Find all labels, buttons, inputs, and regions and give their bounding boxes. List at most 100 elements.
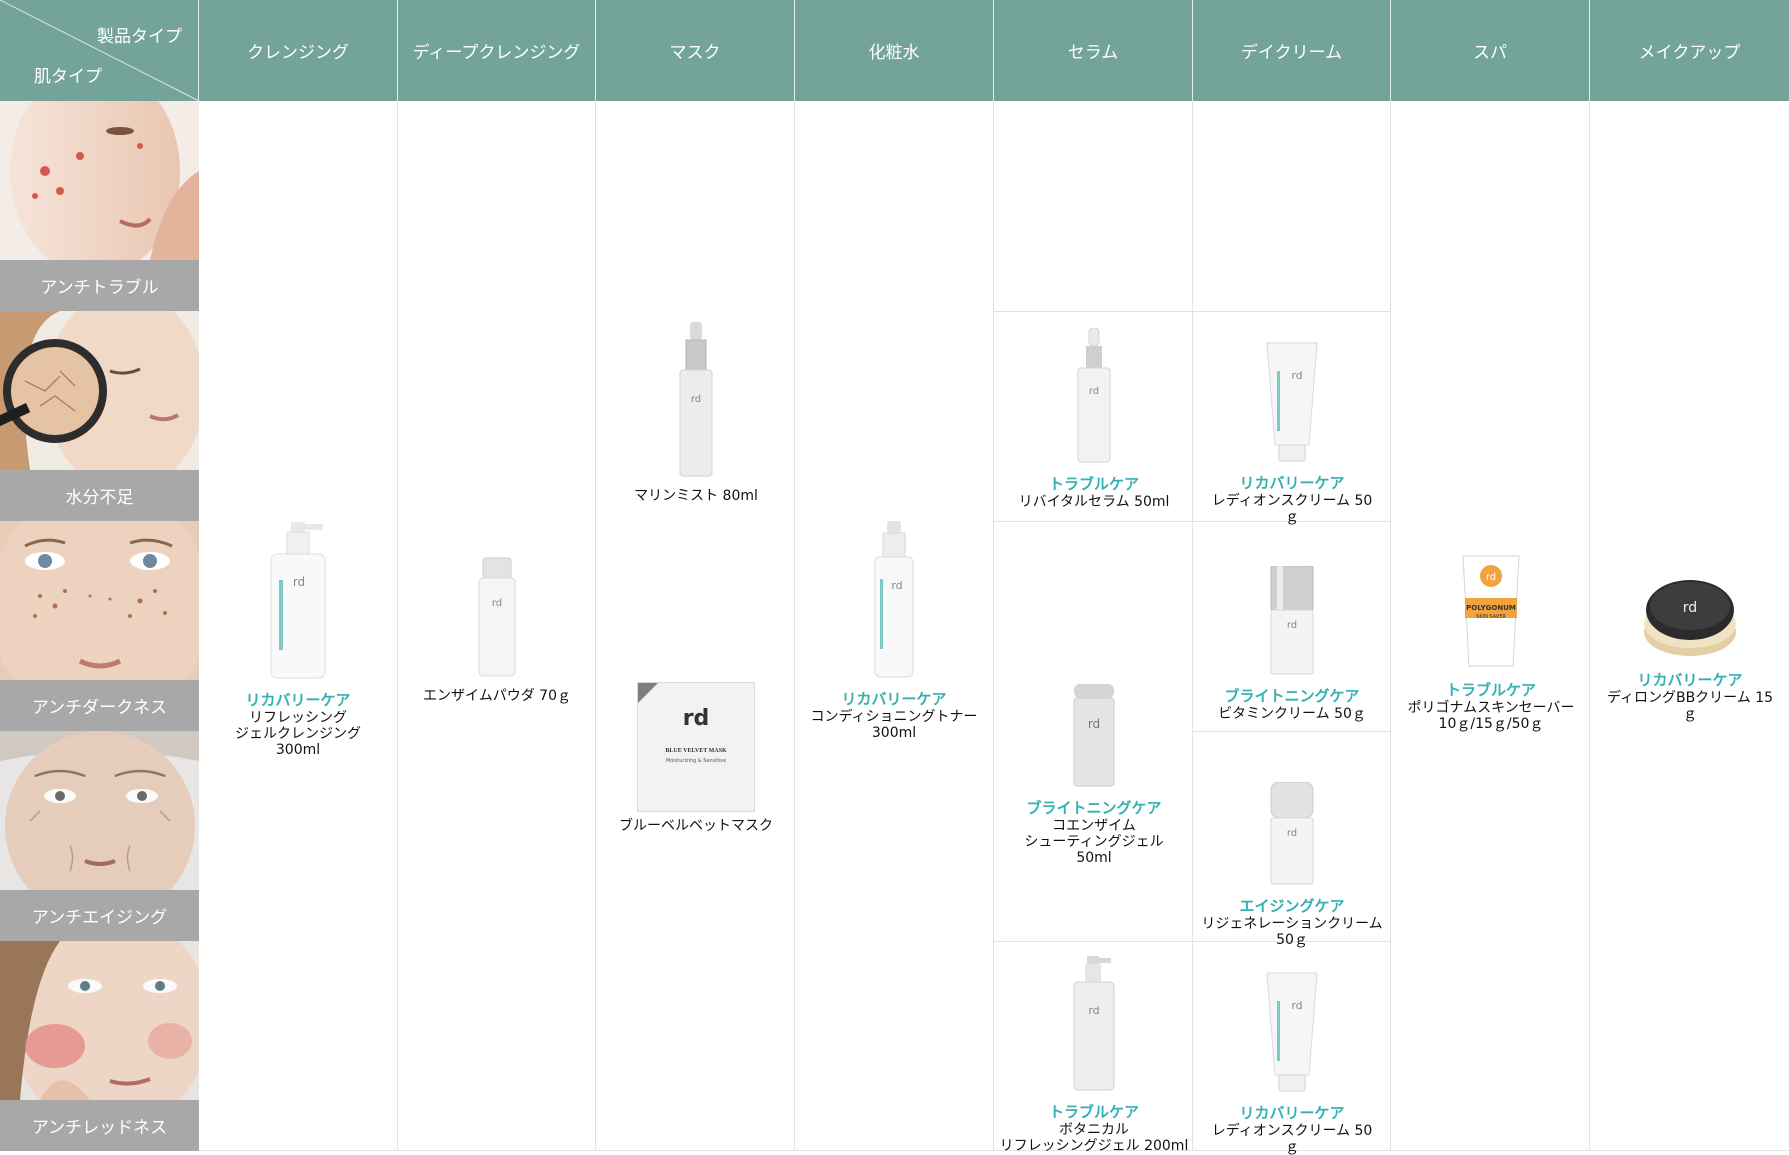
grid-line	[994, 311, 1391, 312]
product-conditioning-toner[interactable]: rd リカバリーケア コンディショニングトナー 300ml	[810, 521, 978, 741]
product-name: レディオンスクリーム 50ｇ	[1211, 493, 1373, 525]
product-radions-cream[interactable]: rd リカバリーケア レディオンスクリーム 50ｇ	[1208, 341, 1376, 525]
toner-bottle-image: rd	[810, 521, 978, 683]
compact-image: rd	[1602, 574, 1778, 664]
product-category: トラブルケア	[1445, 681, 1536, 699]
product-marine-mist[interactable]: rd マリンミスト 80ml	[612, 322, 780, 504]
svg-text:rd: rd	[1486, 572, 1496, 583]
product-name: エンザイムパウダ 70ｇ	[423, 688, 571, 704]
svg-text:rd: rd	[891, 579, 902, 592]
column-header-deep-cleansing: ディープクレンジング	[398, 0, 596, 101]
skin-type-label-dehydrated: 水分不足	[0, 470, 199, 521]
skin-type-label-anti-aging: アンチエイジング	[0, 890, 199, 941]
column-header-makeup: メイクアップ	[1590, 0, 1789, 101]
product-category: リカバリーケア	[841, 690, 947, 708]
skin-type-label-anti-trouble: アンチトラブル	[0, 260, 199, 311]
product-name: ブルーベルベットマスク	[619, 818, 773, 834]
product-revital-serum[interactable]: rd トラブルケア リバイタルセラム 50ml	[1010, 327, 1178, 510]
product-blue-velvet-mask[interactable]: rd BLUE VELVET MASK Moisturizing & Sensi…	[612, 682, 780, 834]
spa-package-subtitle: SKIN SAVER	[1476, 614, 1506, 620]
skin-row-anti-darkness: アンチダークネス	[0, 521, 199, 731]
skin-row-anti-aging: アンチエイジング	[0, 731, 199, 941]
tube-image: rd	[1208, 971, 1376, 1097]
airless-bottle-image: rd	[1010, 684, 1178, 792]
face-photo-dry-skin	[0, 311, 199, 470]
skin-row-anti-redness: アンチレッドネス	[0, 941, 199, 1151]
sheet-corner-tag	[638, 683, 658, 703]
grid-line	[397, 101, 398, 1151]
column-header-serum: セラム	[994, 0, 1193, 101]
product-category: ブライトニングケア	[1224, 687, 1360, 705]
corner-header: 製品タイプ 肌タイプ	[0, 0, 199, 101]
product-bb-cream[interactable]: rd リカバリーケア ディロングBBクリーム 15ｇ	[1602, 574, 1778, 722]
product-name: リジェネレーションクリーム 50ｇ	[1201, 916, 1383, 948]
pump-bottle-image: rd	[998, 956, 1190, 1096]
skin-type-label-anti-redness: アンチレッドネス	[0, 1100, 199, 1151]
product-type-label: 製品タイプ	[97, 27, 182, 47]
product-name: レディオンスクリーム 50ｇ	[1211, 1123, 1373, 1155]
mist-bottle-image: rd	[612, 322, 780, 482]
grid-line	[1390, 101, 1391, 1151]
product-category: リカバリーケア	[1239, 474, 1345, 492]
product-category: ブライトニングケア	[1026, 799, 1162, 817]
skin-row-dehydrated: 水分不足	[0, 311, 199, 521]
svg-text:rd: rd	[1291, 369, 1302, 382]
product-name: ボタニカル リフレッシングジェル 200ml	[999, 1122, 1189, 1154]
face-photo-wrinkles	[0, 731, 199, 890]
svg-text:rd: rd	[1088, 717, 1100, 731]
skin-row-anti-trouble: アンチトラブル	[0, 101, 199, 311]
product-category: リカバリーケア	[1239, 1104, 1345, 1122]
skin-type-label-anti-darkness: アンチダークネス	[0, 680, 199, 731]
dropper-bottle-image: rd	[1010, 327, 1178, 468]
svg-text:rd: rd	[1089, 386, 1099, 397]
product-radions-cream[interactable]: rd リカバリーケア レディオンスクリーム 50ｇ	[1208, 971, 1376, 1155]
product-skin-matrix: 製品タイプ 肌タイプ クレンジング ディープクレンジング マスク 化粧水 セラム…	[0, 0, 1789, 1155]
svg-text:rd: rd	[1287, 828, 1297, 839]
column-header-day-cream: デイクリーム	[1193, 0, 1391, 101]
airless-jar-image: rd	[1208, 565, 1376, 680]
grid-line	[1589, 101, 1590, 1151]
mask-sheet-image: rd BLUE VELVET MASK Moisturizing & Sensi…	[637, 682, 755, 812]
powder-bottle-image: rd	[413, 556, 581, 682]
svg-text:rd: rd	[691, 394, 701, 405]
product-enzyme-powder[interactable]: rd エンザイムパウダ 70ｇ	[413, 556, 581, 704]
product-name: コンディショニングトナー 300ml	[810, 709, 978, 741]
product-name: ポリゴナムスキンセーバー 10ｇ/15ｇ/50ｇ	[1407, 700, 1575, 732]
svg-text:rd: rd	[492, 598, 502, 609]
svg-text:rd: rd	[1291, 999, 1302, 1012]
spa-tube-image: rd POLYGONUM SKIN SAVER	[1461, 554, 1521, 674]
product-name: リフレッシング ジェルクレンジング 300ml	[235, 710, 361, 758]
grid-line	[794, 101, 795, 1151]
tube-image: rd	[1208, 341, 1376, 467]
product-name: コエンザイム シューティングジェル 50ml	[1024, 818, 1164, 866]
rd-logo: rd	[682, 706, 710, 731]
product-category: リカバリーケア	[1637, 671, 1743, 689]
svg-text:rd: rd	[1287, 620, 1297, 631]
face-photo-redness	[0, 941, 199, 1100]
product-name: リバイタルセラム 50ml	[1018, 494, 1170, 510]
face-photo-freckles	[0, 521, 199, 680]
svg-text:rd: rd	[1683, 600, 1697, 616]
svg-text:rd: rd	[1088, 1004, 1099, 1017]
product-coenzyme-gel[interactable]: rd ブライトニングケア コエンザイム シューティングジェル 50ml	[1010, 684, 1178, 866]
grid-line	[993, 101, 994, 1151]
column-header-mask: マスク	[596, 0, 795, 101]
product-gel-cleansing[interactable]: rd リカバリーケア リフレッシング ジェルクレンジング 300ml	[214, 520, 382, 758]
product-name: マリンミスト 80ml	[634, 488, 758, 504]
column-header-cleansing: クレンジング	[199, 0, 398, 101]
product-regeneration-cream[interactable]: rd エイジングケア リジェネレーションクリーム 50ｇ	[1196, 781, 1388, 948]
column-header-toner: 化粧水	[795, 0, 994, 101]
product-name: ビタミンクリーム 50ｇ	[1218, 706, 1366, 722]
product-vitamin-cream[interactable]: rd ブライトニングケア ビタミンクリーム 50ｇ	[1208, 565, 1376, 722]
column-header-spa: スパ	[1391, 0, 1590, 101]
product-polygonum-skin-saver[interactable]: rd POLYGONUM SKIN SAVER トラブルケア ポリゴナムスキンセ…	[1403, 554, 1579, 732]
product-category: エイジングケア	[1239, 897, 1345, 915]
product-botanical-gel[interactable]: rd トラブルケア ボタニカル リフレッシングジェル 200ml	[998, 956, 1190, 1154]
grid-line	[595, 101, 596, 1151]
grid-line	[1192, 101, 1193, 1151]
svg-text:rd: rd	[293, 575, 305, 589]
product-name: ディロングBBクリーム 15ｇ	[1606, 690, 1774, 722]
mask-package-subtitle: Moisturizing & Sensitive	[665, 758, 727, 764]
airless-jar-image: rd	[1196, 781, 1388, 890]
pump-bottle-image: rd	[214, 520, 382, 684]
